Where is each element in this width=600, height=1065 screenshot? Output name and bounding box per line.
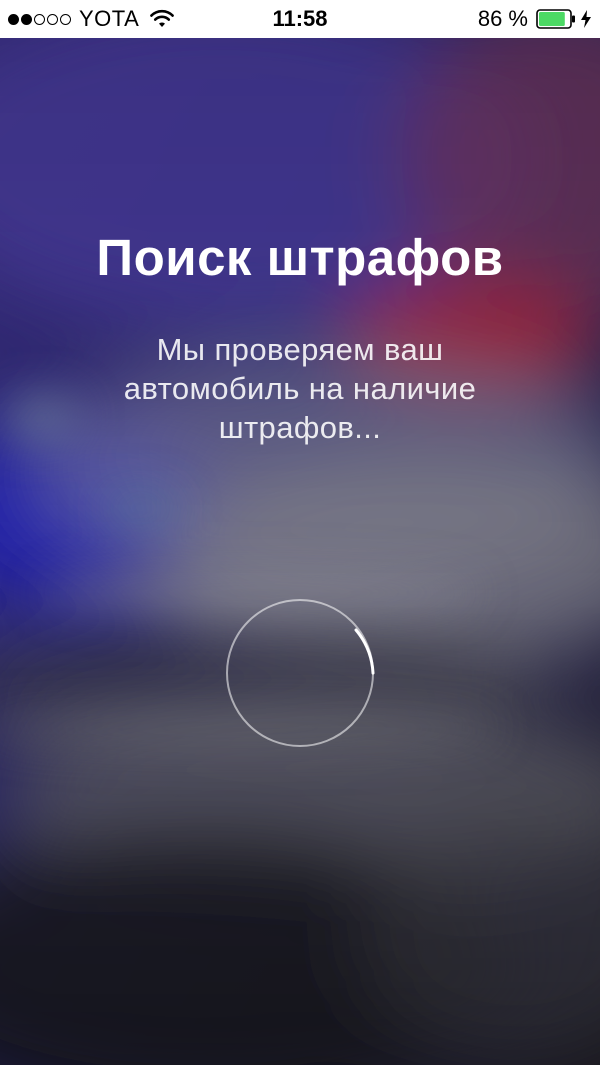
blurred-police-car-background xyxy=(0,38,600,1065)
charging-bolt-icon xyxy=(580,9,592,29)
battery-icon xyxy=(536,9,576,29)
spinner-icon xyxy=(225,598,375,748)
page-subtitle: Мы проверяем ваш автомобиль на наличие ш… xyxy=(123,332,477,445)
status-bar-right: 86 % xyxy=(478,0,592,38)
status-bar: YOTA 11:58 86 % xyxy=(0,0,600,38)
battery-percent: 86 % xyxy=(477,6,528,31)
page-title: Поиск штрафов xyxy=(96,229,504,286)
fines-search-screen: YOTA 11:58 86 % Поиск штрафов Мы проверя… xyxy=(0,0,600,1065)
